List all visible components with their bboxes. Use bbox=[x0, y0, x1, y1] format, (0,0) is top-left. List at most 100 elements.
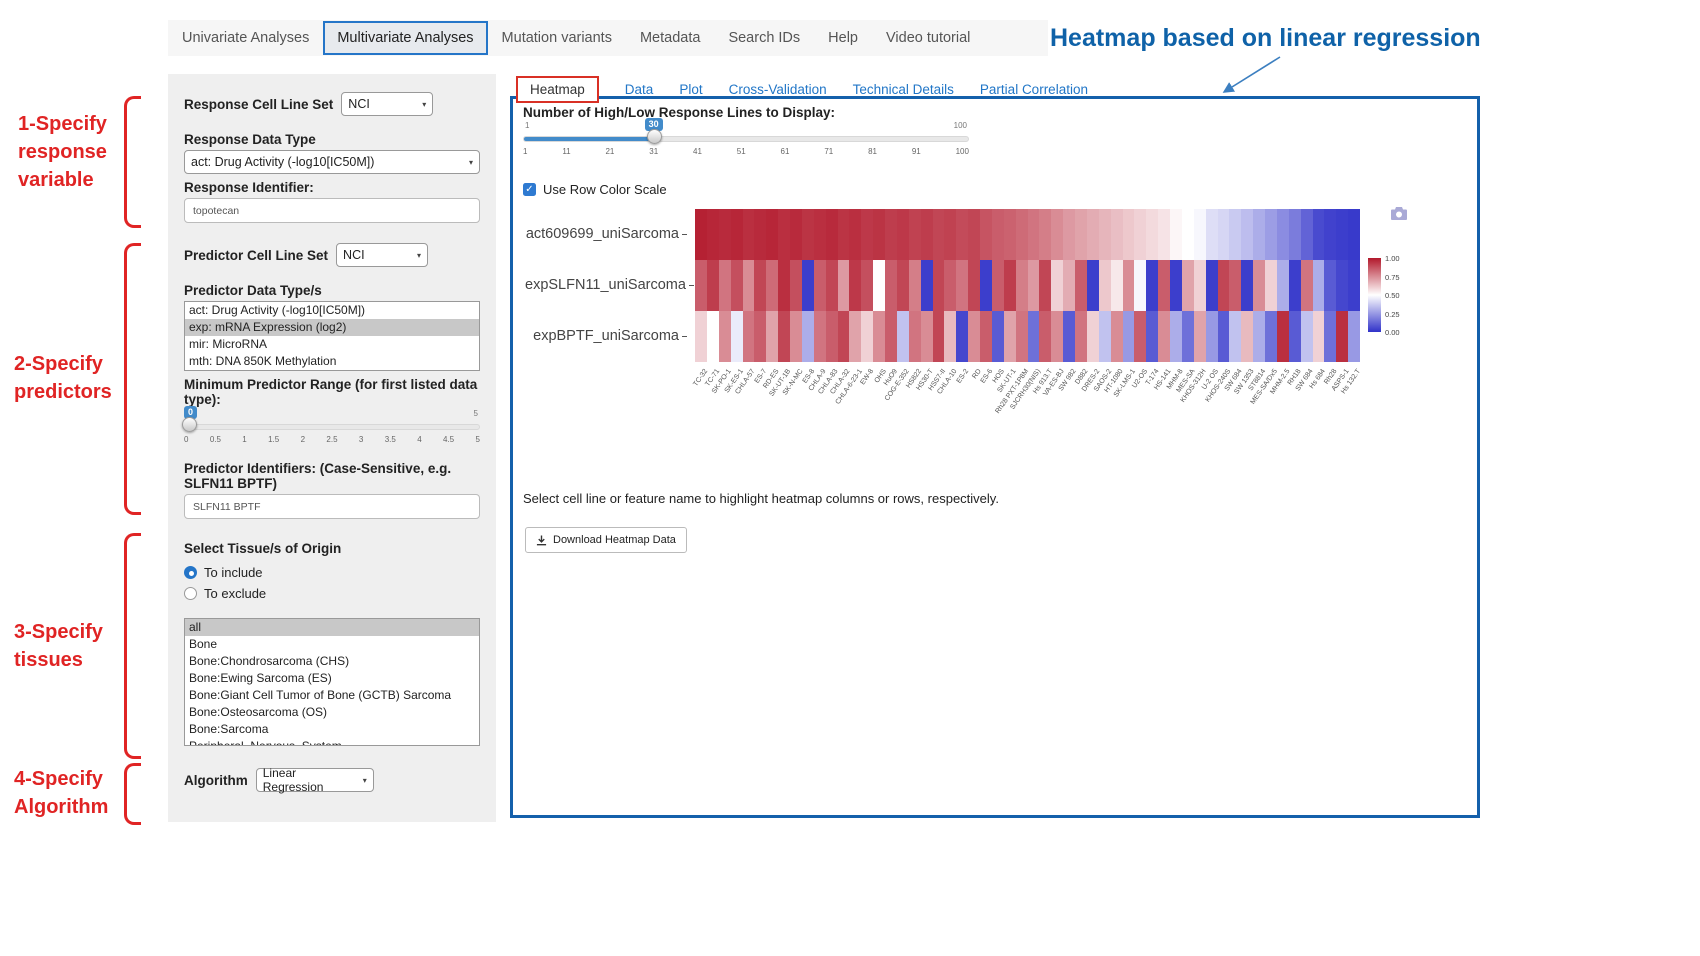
heatmap-cell bbox=[1313, 311, 1325, 362]
radio-to-include[interactable] bbox=[184, 566, 197, 579]
heatmap-cell bbox=[838, 209, 850, 260]
heatmap-cell bbox=[992, 260, 1004, 311]
slider-tick-label: 1 bbox=[242, 435, 246, 444]
tissue-option[interactable]: Bone:Ewing Sarcoma (ES) bbox=[185, 670, 479, 687]
predictor-identifiers-label: Predictor Identifiers: (Case-Sensitive, … bbox=[184, 461, 480, 491]
tab-cross-validation[interactable]: Cross-Validation bbox=[729, 82, 827, 97]
nav-item-univariate-analyses[interactable]: Univariate Analyses bbox=[168, 21, 323, 55]
heatmap-cell bbox=[790, 209, 802, 260]
heatmap-cell bbox=[1134, 209, 1146, 260]
predictor-identifiers-input[interactable] bbox=[184, 494, 480, 519]
row-color-scale-label: Use Row Color Scale bbox=[543, 182, 667, 197]
tissue-option[interactable]: Bone bbox=[185, 636, 479, 653]
heatmap-cell bbox=[790, 311, 802, 362]
nav-item-video-tutorial[interactable]: Video tutorial bbox=[872, 21, 984, 55]
heatmap-cell bbox=[766, 311, 778, 362]
response-cell-line-set-select[interactable]: NCI ▾ bbox=[341, 92, 433, 116]
slider-max-label: 5 bbox=[474, 409, 478, 418]
slider-tick-label: 61 bbox=[781, 147, 790, 156]
heatmap-cell bbox=[1277, 311, 1289, 362]
heatmap-cell bbox=[1111, 311, 1123, 362]
heatmap-cell bbox=[1241, 209, 1253, 260]
slider-tick-label: 4 bbox=[417, 435, 421, 444]
heatmap-cell bbox=[719, 209, 731, 260]
heatmap-row-label[interactable]: expBPTF_uniSarcoma bbox=[525, 311, 691, 362]
predictor-data-type-option[interactable]: act: Drug Activity (-log10[IC50M]) bbox=[185, 302, 479, 319]
heatmap-cell bbox=[719, 311, 731, 362]
heatmap-cell bbox=[743, 209, 755, 260]
response-identifier-input[interactable] bbox=[184, 198, 480, 223]
heatmap-cell bbox=[1039, 311, 1051, 362]
heatmap-cell bbox=[1123, 311, 1135, 362]
radio-to-exclude[interactable] bbox=[184, 587, 197, 600]
row-color-scale-checkbox[interactable]: ✓ bbox=[523, 183, 536, 196]
heatmap-cell bbox=[1028, 260, 1040, 311]
colorbar-tick: 1.00 bbox=[1385, 254, 1400, 263]
algorithm-select[interactable]: Linear Regression ▾ bbox=[256, 768, 374, 792]
slider-tick-label: 5 bbox=[475, 435, 479, 444]
predictor-data-type-option[interactable]: mir: MicroRNA bbox=[185, 336, 479, 353]
tab-plot[interactable]: Plot bbox=[679, 82, 702, 97]
heatmap-cell bbox=[1313, 209, 1325, 260]
download-heatmap-data-button[interactable]: Download Heatmap Data bbox=[525, 527, 687, 553]
slider-handle[interactable] bbox=[647, 129, 662, 144]
heatmap-cell bbox=[731, 260, 743, 311]
heatmap-cell bbox=[1123, 260, 1135, 311]
heatmap-cell bbox=[1158, 311, 1170, 362]
heatmap-cell bbox=[1039, 209, 1051, 260]
tissue-option[interactable]: Bone:Chondrosarcoma (CHS) bbox=[185, 653, 479, 670]
tissue-option[interactable]: Bone:Sarcoma bbox=[185, 721, 479, 738]
heatmap-cell bbox=[743, 260, 755, 311]
slider-track[interactable] bbox=[523, 136, 969, 142]
heatmap-cell bbox=[790, 260, 802, 311]
tissue-option[interactable]: Peripheral_Nervous_System bbox=[185, 738, 479, 746]
tab-data[interactable]: Data bbox=[625, 82, 654, 97]
heatmap-cell bbox=[1028, 311, 1040, 362]
nav-item-multivariate-analyses[interactable]: Multivariate Analyses bbox=[323, 21, 487, 55]
download-icon bbox=[536, 535, 547, 546]
slider-tick-label: 31 bbox=[649, 147, 658, 156]
heatmap-row-label[interactable]: act609699_uniSarcoma bbox=[525, 209, 691, 260]
heatmap-cell bbox=[826, 209, 838, 260]
tissue-option[interactable]: all bbox=[185, 619, 479, 636]
tab-technical-details[interactable]: Technical Details bbox=[853, 82, 954, 97]
tab-heatmap[interactable]: Heatmap bbox=[516, 76, 599, 103]
slider-max-label: 100 bbox=[954, 121, 967, 130]
nav-item-metadata[interactable]: Metadata bbox=[626, 21, 714, 55]
heatmap-cell bbox=[1087, 260, 1099, 311]
heatmap-cell bbox=[992, 311, 1004, 362]
heatmap-cell bbox=[1075, 260, 1087, 311]
nav-item-search-ids[interactable]: Search IDs bbox=[714, 21, 814, 55]
tissue-option[interactable]: Bone:Giant Cell Tumor of Bone (GCTB) Sar… bbox=[185, 687, 479, 704]
heatmap-cell bbox=[1229, 260, 1241, 311]
heatmap-cell bbox=[1028, 209, 1040, 260]
heatmap-cell bbox=[754, 209, 766, 260]
heatmap-row-label[interactable]: expSLFN11_uniSarcoma bbox=[525, 260, 691, 311]
heatmap-cell bbox=[1253, 311, 1265, 362]
heatmap-cell bbox=[873, 311, 885, 362]
heatmap-cell bbox=[802, 311, 814, 362]
heatmap-cell bbox=[921, 311, 933, 362]
slider-track[interactable] bbox=[184, 424, 480, 430]
heatmap-cell bbox=[1182, 209, 1194, 260]
heatmap-cell bbox=[992, 209, 1004, 260]
tab-partial-correlation[interactable]: Partial Correlation bbox=[980, 82, 1088, 97]
heatmap-cell bbox=[885, 260, 897, 311]
predictor-cell-line-set-select[interactable]: NCI ▾ bbox=[336, 243, 428, 267]
predictor-data-type-option[interactable]: mth: DNA 850K Methylation bbox=[185, 353, 479, 370]
predictor-data-types-listbox: act: Drug Activity (-log10[IC50M])exp: m… bbox=[184, 301, 480, 371]
heatmap-cell bbox=[1063, 311, 1075, 362]
heatmap-cell bbox=[778, 311, 790, 362]
tissue-option[interactable]: Bone:Osteosarcoma (OS) bbox=[185, 704, 479, 721]
response-data-type-select[interactable]: act: Drug Activity (-log10[IC50M]) ▾ bbox=[184, 150, 480, 174]
nav-item-help[interactable]: Help bbox=[814, 21, 872, 55]
nav-item-mutation-variants[interactable]: Mutation variants bbox=[488, 21, 626, 55]
algorithm-label: Algorithm bbox=[184, 773, 248, 788]
lines-slider-label: Number of High/Low Response Lines to Dis… bbox=[523, 105, 835, 120]
camera-icon[interactable] bbox=[1391, 207, 1407, 225]
heatmap-cell bbox=[802, 260, 814, 311]
predictor-data-type-option[interactable]: exp: mRNA Expression (log2) bbox=[185, 319, 479, 336]
annotation-step-1: 1-Specify response variable bbox=[18, 110, 107, 194]
heatmap-cell bbox=[778, 260, 790, 311]
slider-handle[interactable] bbox=[182, 417, 197, 432]
